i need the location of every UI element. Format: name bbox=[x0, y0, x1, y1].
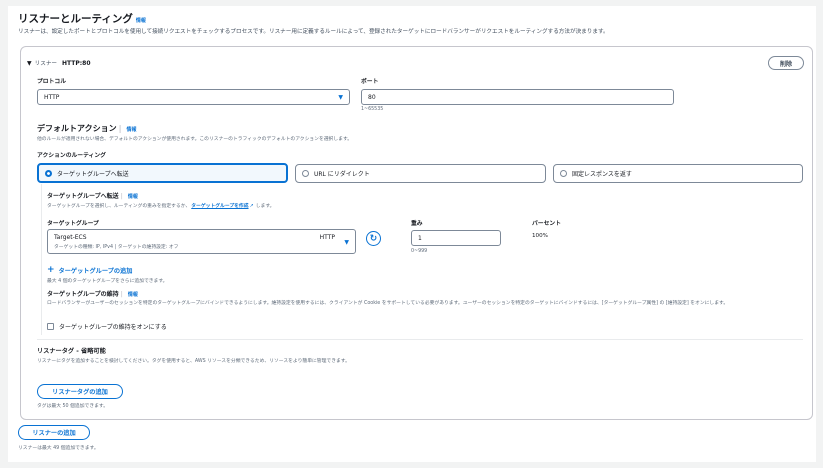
remove-listener-button[interactable]: 削除 bbox=[768, 56, 804, 70]
add-target-group-hint: 最大 4 個のターゲットグループをさらに追加できます。 bbox=[47, 279, 168, 284]
stickiness-title: ターゲットグループの維持 | 情報 bbox=[47, 291, 138, 298]
target-group-name: Target-ECS bbox=[54, 234, 87, 241]
forward-title: ターゲットグループへ転送 | 情報 bbox=[47, 193, 138, 200]
section-info-link[interactable]: 情報 bbox=[136, 18, 146, 24]
listener-toggle-label: リスナー bbox=[34, 61, 58, 67]
weight-input[interactable]: 1 bbox=[411, 230, 501, 246]
caret-down-icon: ▼ bbox=[338, 93, 343, 101]
protocol-value: HTTP bbox=[44, 93, 60, 101]
weight-hint: 0~999 bbox=[411, 249, 428, 254]
add-target-group-label: ターゲットグループの追加 bbox=[58, 267, 133, 275]
tags-description: リスナーにタグを追加することを検討してください。タグを使用すると、AWS リソー… bbox=[37, 359, 350, 364]
divider bbox=[37, 339, 803, 340]
forward-description: ターゲットグループを選択し、ルーティングの重みを指定するか、 ターゲットグループ… bbox=[47, 202, 275, 210]
port-input[interactable]: 80 bbox=[361, 89, 674, 105]
stickiness-checkbox[interactable]: ターゲットグループの維持をオンにする bbox=[47, 322, 167, 331]
stickiness-description: ロードバランサーがユーザーのセッションを特定のターゲットグループにバインドできる… bbox=[47, 301, 729, 306]
listeners-section: リスナーとルーティング 情報 リスナーは、設定したポートとプロトコルを使用して接続… bbox=[8, 6, 816, 462]
default-action-description: 他のルールが適用されない場合、デフォルトのアクションが使用されます。このリスナー… bbox=[37, 137, 353, 142]
forward-description-prefix: ターゲットグループを選択し、ルーティングの重みを指定するか、 bbox=[47, 204, 191, 209]
stickiness-info-link[interactable]: 情報 bbox=[128, 292, 138, 298]
tags-hint: タグは最大 50 個追加できます。 bbox=[37, 404, 109, 409]
stickiness-title-text: ターゲットグループの維持 bbox=[47, 291, 119, 298]
refresh-icon[interactable]: ↻ bbox=[366, 231, 381, 246]
add-listener-hint: リスナーは最大 49 個追加できます。 bbox=[18, 446, 99, 451]
default-action-title-text: デフォルトアクション bbox=[37, 124, 117, 133]
external-link-icon: ↗ bbox=[249, 202, 254, 209]
forward-section-rule bbox=[41, 184, 42, 335]
default-action-title: デフォルトアクション | 情報 bbox=[37, 124, 137, 133]
option-fixed-response[interactable]: 固定レスポンスを返す bbox=[553, 164, 803, 183]
stickiness-checkbox-label: ターゲットグループの維持をオンにする bbox=[59, 324, 167, 331]
create-target-group-link[interactable]: ターゲットグループを作成 bbox=[191, 202, 248, 209]
checkbox-icon[interactable] bbox=[47, 323, 54, 330]
forward-description-suffix: します。 bbox=[255, 204, 275, 209]
target-group-select[interactable]: Target-ECS ターゲットの種類: IP, IPv4 | ターゲットの維持… bbox=[47, 229, 356, 254]
option-redirect[interactable]: URL にリダイレクト bbox=[295, 164, 546, 183]
section-description: リスナーは、設定したポートとプロトコルを使用して接続リクエストをチェックするプロ… bbox=[18, 29, 609, 35]
percent-label: パーセント bbox=[532, 221, 561, 227]
listener-name: HTTP:80 bbox=[62, 59, 91, 67]
target-group-protocol: HTTP bbox=[319, 234, 335, 241]
add-listener-tag-button[interactable]: リスナータグの追加 bbox=[37, 384, 123, 399]
target-group-meta: ターゲットの種類: IP, IPv4 | ターゲットの維持設定: オフ bbox=[54, 245, 179, 250]
listener-header[interactable]: ▼ リスナー HTTP:80 bbox=[27, 59, 91, 68]
listener-card: ▼ リスナー HTTP:80 削除 プロトコル HTTP ▼ ポート 80 1~… bbox=[20, 46, 813, 420]
port-label: ポート bbox=[361, 79, 379, 85]
caret-down-icon: ▼ bbox=[344, 239, 349, 246]
section-title: リスナーとルーティング 情報 bbox=[18, 11, 146, 26]
routing-label: アクションのルーティング bbox=[37, 153, 106, 159]
weight-label: 重み bbox=[411, 221, 423, 227]
radio-checked-icon[interactable] bbox=[45, 169, 52, 177]
port-hint: 1~65535 bbox=[361, 107, 384, 112]
forward-title-text: ターゲットグループへ転送 bbox=[47, 193, 119, 200]
tags-title: リスナータグ - 省略可能 bbox=[37, 348, 106, 355]
forward-info-link[interactable]: 情報 bbox=[128, 194, 138, 200]
option-fixed-response-label: 固定レスポンスを返す bbox=[572, 171, 632, 178]
option-redirect-label: URL にリダイレクト bbox=[314, 171, 370, 178]
caret-down-icon[interactable]: ▼ bbox=[27, 60, 32, 67]
default-action-info-link[interactable]: 情報 bbox=[127, 127, 137, 133]
option-forward[interactable]: ターゲットグループへ転送 bbox=[37, 163, 288, 183]
protocol-select[interactable]: HTTP ▼ bbox=[37, 89, 350, 105]
section-title-text: リスナーとルーティング bbox=[18, 13, 133, 25]
plus-icon: + bbox=[47, 265, 55, 275]
target-group-label: ターゲットグループ bbox=[47, 221, 99, 227]
radio-unchecked-icon[interactable] bbox=[302, 170, 309, 177]
add-target-group-button[interactable]: + ターゲットグループの追加 bbox=[47, 265, 132, 275]
percent-value: 100% bbox=[532, 233, 548, 239]
protocol-label: プロトコル bbox=[37, 79, 66, 85]
radio-unchecked-icon[interactable] bbox=[560, 170, 567, 177]
option-forward-label: ターゲットグループへ転送 bbox=[57, 170, 129, 178]
add-listener-button[interactable]: リスナーの追加 bbox=[18, 425, 90, 440]
